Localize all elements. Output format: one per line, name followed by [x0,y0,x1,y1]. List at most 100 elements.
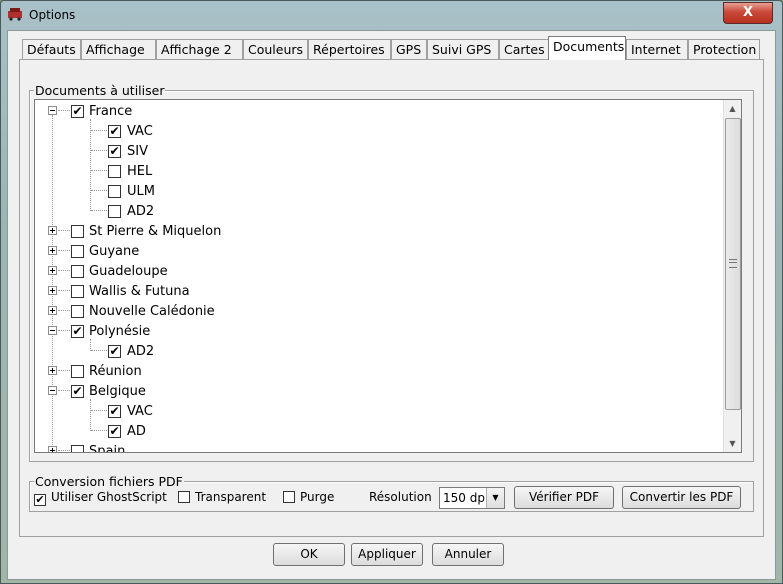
scroll-thumb[interactable] [725,118,741,410]
title-bar[interactable]: Options X [1,1,782,29]
tab-defauts[interactable]: Défauts [22,39,81,59]
window-title: Options [29,8,76,22]
resolution-select[interactable]: 150 dpi ▼ [439,487,505,509]
tree-checkbox[interactable]: ✔ [71,105,84,118]
tree-checkbox[interactable]: ✔ [71,325,84,338]
tree-connector [58,110,70,111]
tree-node-label: AD [127,424,146,439]
expand-plus-icon[interactable] [48,226,57,235]
tree-document-node[interactable]: AD2 [35,202,715,222]
close-icon: X [742,5,754,20]
tree-checkbox[interactable] [71,365,84,378]
transparent-option[interactable]: Transparent [178,490,266,504]
tree-country-node[interactable]: ✔ Polynésie [35,322,715,342]
scroll-down-icon[interactable]: ▼ [724,435,741,452]
tree-document-node[interactable]: ✔ VAC [35,122,715,142]
tree-document-node[interactable]: HEL [35,162,715,182]
documents-panel: Documents à utiliser ▲ ▼ ✔ France ✔ VAC ✔ SIV… [19,59,764,537]
tab-affichage[interactable]: Affichage [81,39,156,59]
tree-country-node[interactable]: Nouvelle Calédonie [35,302,715,322]
scroll-up-icon[interactable]: ▲ [724,100,741,117]
tab-label: Suivi GPS [432,42,492,57]
expand-plus-icon[interactable] [48,266,57,275]
tree-checkbox[interactable]: ✔ [108,425,121,438]
grip-icon [729,259,737,268]
tree-node-label: Réunion [89,364,142,379]
tree-connector [91,150,107,151]
tree-checkbox[interactable]: ✔ [108,125,121,138]
expand-plus-icon[interactable] [48,286,57,295]
tree-node-label: Guadeloupe [89,264,168,279]
tree-country-node[interactable]: ✔ France [35,102,715,122]
tree-checkbox[interactable] [108,205,121,218]
tab-repertoires[interactable]: Répertoires [308,39,391,59]
tree-checkbox[interactable] [71,225,84,238]
tree-document-node[interactable]: ✔ VAC [35,402,715,422]
tree-country-node[interactable]: Guyane [35,242,715,262]
tree-country-node[interactable]: Wallis & Futuna [35,282,715,302]
tree-country-node[interactable]: Réunion [35,362,715,382]
apply-button[interactable]: Appliquer [351,543,423,566]
tree-connector [91,430,107,431]
collapse-minus-icon[interactable] [48,106,57,115]
expand-plus-icon[interactable] [48,366,57,375]
tab-label: GPS [396,42,422,57]
ok-button[interactable]: OK [273,543,345,566]
tree-document-node[interactable]: ✔ SIV [35,142,715,162]
tab-couleurs[interactable]: Couleurs [243,39,308,59]
documents-tree[interactable]: ▲ ▼ ✔ France ✔ VAC ✔ SIV HEL ULM AD2 St Pierre & … [34,99,742,453]
tree-node-label: Spain [89,444,126,453]
tree-country-node[interactable]: St Pierre & Miquelon [35,222,715,242]
tree-checkbox[interactable]: ✔ [108,345,121,358]
tree-connector [58,370,70,371]
tree-country-node[interactable]: Guadeloupe [35,262,715,282]
transparent-checkbox[interactable] [178,491,190,503]
expand-plus-icon[interactable] [48,446,57,452]
expand-plus-icon[interactable] [48,306,57,315]
tree-checkbox[interactable] [71,245,84,258]
tab-label: Défauts [27,42,76,57]
close-button[interactable]: X [723,2,773,24]
collapse-minus-icon[interactable] [48,326,57,335]
chevron-down-icon[interactable]: ▼ [486,488,504,508]
pdf-group-label: Conversion fichiers PDF [34,474,184,489]
tree-document-node[interactable]: ✔ AD2 [35,342,715,362]
purge-option[interactable]: Purge [283,490,334,504]
verify-pdf-button[interactable]: Vérifier PDF [514,486,614,509]
tree-checkbox[interactable] [108,165,121,178]
tree-checkbox[interactable] [71,285,84,298]
tree-document-node[interactable]: ULM [35,182,715,202]
tab-gps[interactable]: GPS [391,39,427,59]
ghostscript-checkbox[interactable]: ✔ [34,494,46,506]
tab-label: Protection [693,42,757,57]
tree-connector [58,290,70,291]
tree-checkbox[interactable]: ✔ [108,405,121,418]
tab-suivi-gps[interactable]: Suivi GPS [427,39,499,59]
purge-checkbox[interactable] [283,491,295,503]
tab-affichage-2[interactable]: Affichage 2 [156,39,243,59]
ghostscript-option[interactable]: ✔ Utiliser GhostScript [34,490,167,506]
tab-documents[interactable]: Documents [548,36,626,60]
cancel-button[interactable]: Annuler [432,543,504,566]
tree-node-label: Wallis & Futuna [89,284,190,299]
tree-checkbox[interactable] [71,445,84,452]
tree-checkbox[interactable] [71,265,84,278]
collapse-minus-icon[interactable] [48,386,57,395]
tree-checkbox[interactable]: ✔ [108,145,121,158]
expand-plus-icon[interactable] [48,246,57,255]
tree-checkbox[interactable] [108,185,121,198]
tree-document-node[interactable]: ✔ AD [35,422,715,442]
documents-group-label: Documents à utiliser [34,83,166,98]
tree-country-node[interactable]: Spain [35,442,715,453]
tree-country-node[interactable]: ✔ Belgique [35,382,715,402]
tree-checkbox[interactable]: ✔ [71,385,84,398]
tab-protection[interactable]: Protection [688,39,760,59]
tab-internet[interactable]: Internet [626,39,688,59]
tree-node-label: HEL [127,164,153,179]
tab-cartes[interactable]: Cartes [499,39,550,59]
documents-group: Documents à utiliser ▲ ▼ ✔ France ✔ VAC ✔ SIV… [29,83,754,462]
resolution-label: Résolution [369,490,432,504]
convert-pdf-button[interactable]: Convertir les PDF [622,486,741,509]
tree-checkbox[interactable] [71,305,84,318]
tree-scrollbar[interactable]: ▲ ▼ [723,100,741,452]
